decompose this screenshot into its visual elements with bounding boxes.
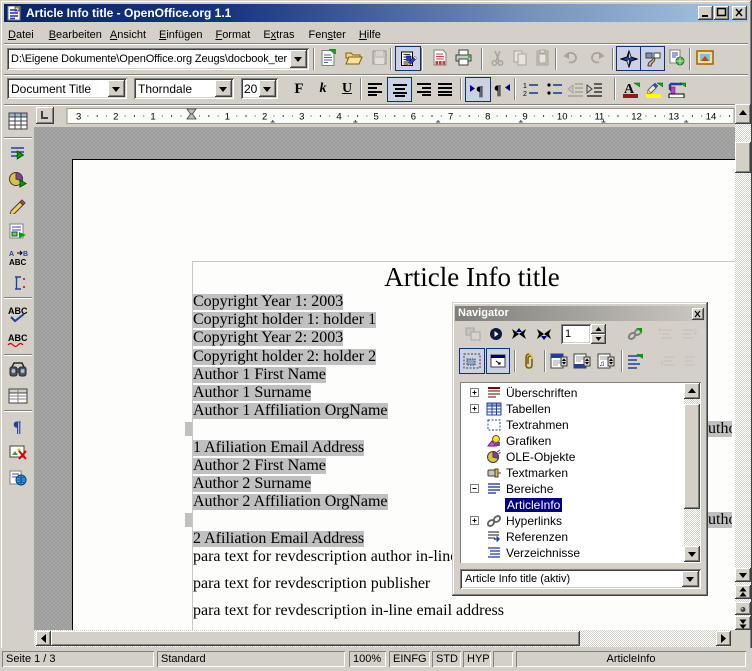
svg-text:A: A: [9, 251, 14, 258]
svg-text:8: 8: [485, 112, 490, 123]
svg-text:3: 3: [299, 112, 304, 123]
svg-text:5: 5: [374, 112, 379, 123]
svg-text:1: 1: [523, 83, 527, 90]
svg-text:14: 14: [706, 112, 717, 123]
svg-text:¶: ¶: [494, 84, 502, 98]
svg-text:12: 12: [631, 112, 642, 123]
svg-text:2: 2: [523, 91, 527, 97]
svg-text:6: 6: [411, 112, 416, 123]
svg-text:2: 2: [262, 112, 267, 123]
svg-text:B: B: [23, 251, 28, 258]
svg-text:ABC: ABC: [9, 258, 27, 266]
svg-text:9: 9: [522, 112, 527, 123]
svg-text:¶: ¶: [476, 84, 484, 98]
svg-text:3: 3: [76, 112, 81, 123]
svg-text:1: 1: [225, 112, 230, 123]
svg-text:♫: ♫: [599, 359, 605, 368]
svg-text:1: 1: [150, 112, 155, 123]
svg-text:7: 7: [448, 112, 453, 123]
svg-text:ABC: ABC: [8, 306, 28, 316]
svg-text:13: 13: [669, 112, 680, 123]
svg-text:4: 4: [336, 112, 341, 123]
svg-text:ABC: ABC: [8, 333, 28, 343]
svg-text:2: 2: [113, 112, 118, 123]
svg-text:¶: ¶: [13, 419, 22, 435]
svg-text:11: 11: [594, 112, 604, 123]
svg-text:10: 10: [557, 112, 568, 123]
